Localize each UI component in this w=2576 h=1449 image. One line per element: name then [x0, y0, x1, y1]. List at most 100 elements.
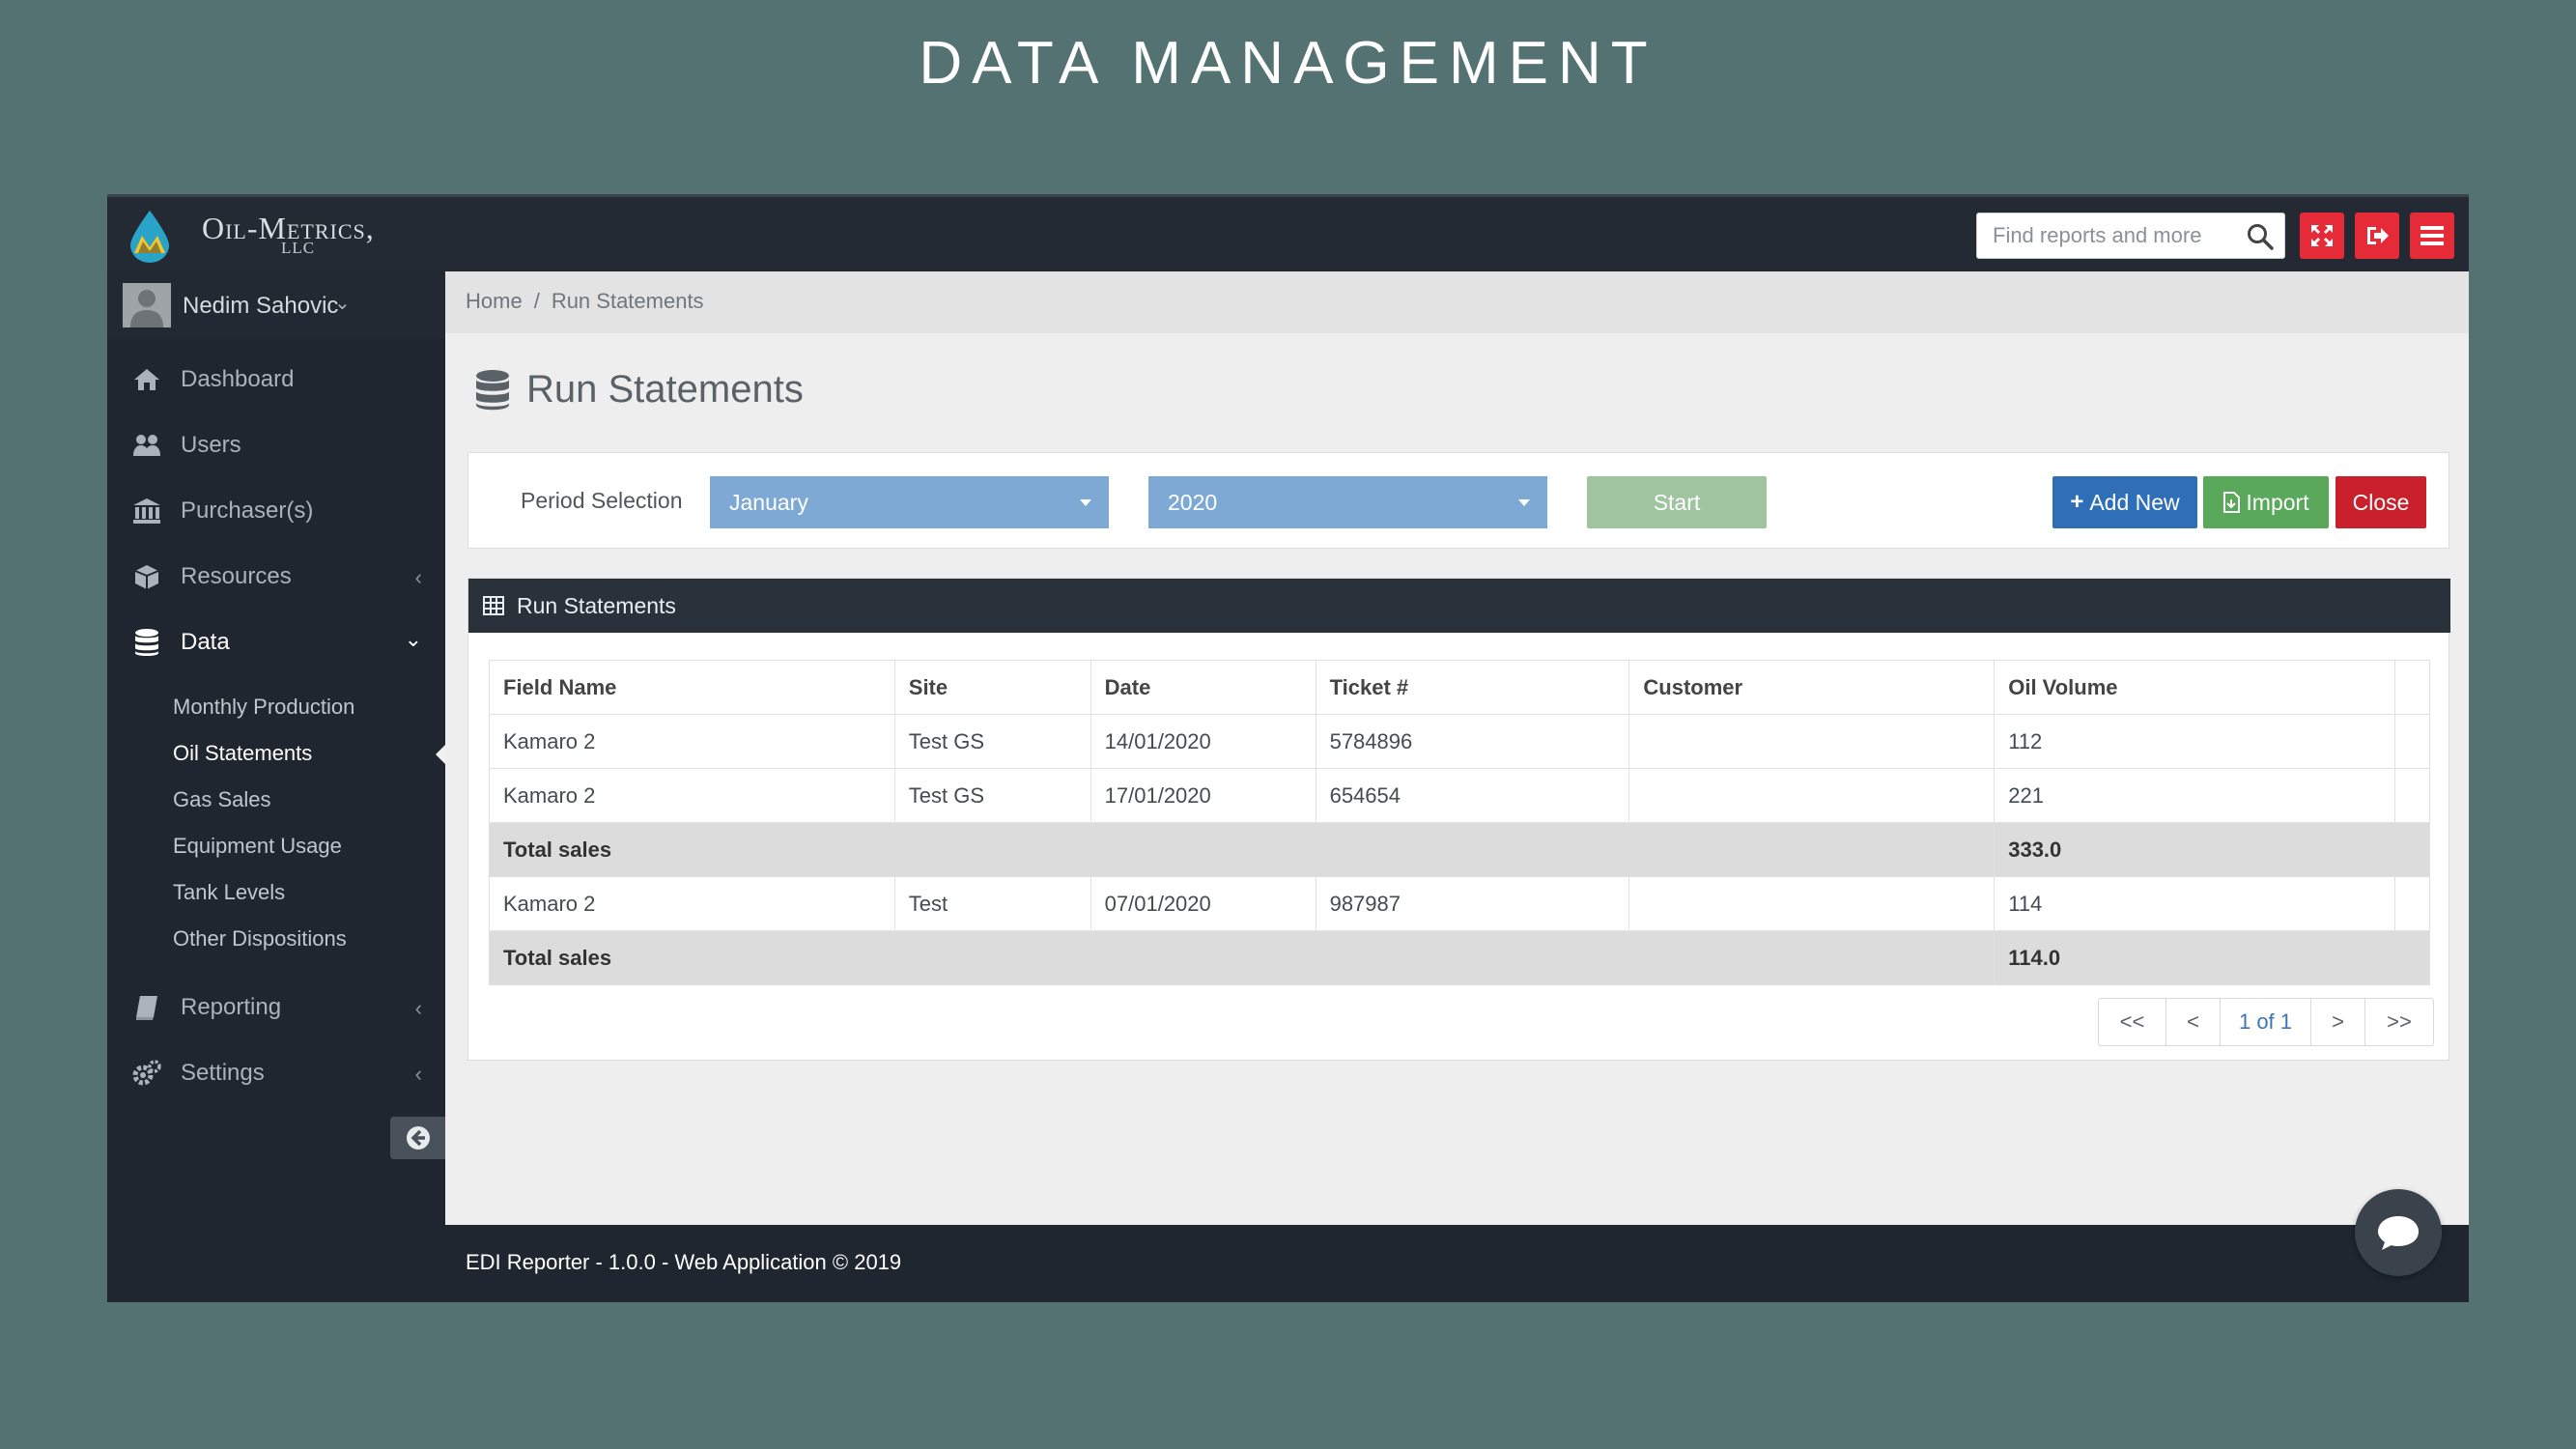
cell-site: Test: [893, 876, 1091, 931]
year-select-value: 2020: [1168, 490, 1218, 515]
prev-page-button[interactable]: <: [2166, 999, 2221, 1045]
column-header[interactable]: Ticket #: [1315, 660, 1630, 715]
table-row[interactable]: Kamaro 2 Test 07/01/2020 987987 114: [489, 876, 2431, 931]
cell-blank: [2393, 768, 2431, 823]
logout-button[interactable]: [2355, 213, 2399, 259]
close-button[interactable]: Close: [2335, 476, 2426, 528]
app-window: Oil-Metrics, LLC Find reports and more N…: [107, 194, 2469, 1302]
column-header[interactable]: Oil Volume: [1994, 660, 2395, 715]
sidebar-item-label: Data: [181, 629, 230, 655]
chevron-down-icon[interactable]: ⌄: [334, 291, 351, 315]
cell-customer: [1628, 768, 1996, 823]
next-page-button[interactable]: >: [2311, 999, 2365, 1045]
database-icon: [132, 628, 161, 657]
last-page-button[interactable]: >>: [2365, 999, 2433, 1045]
chevron-left-icon: ‹: [414, 565, 422, 589]
column-header[interactable]: Customer: [1628, 660, 1996, 715]
cell-field-name: Kamaro 2: [489, 876, 895, 931]
table-row[interactable]: Kamaro 2 Test GS 17/01/2020 654654 221: [489, 768, 2431, 823]
chevron-left-icon: ‹: [414, 996, 422, 1020]
table-row[interactable]: Kamaro 2 Test GS 14/01/2020 5784896 112: [489, 714, 2431, 769]
sidebar-item-settings[interactable]: Settings ‹: [107, 1040, 445, 1106]
expand-icon: [2311, 225, 2333, 246]
book-icon: [132, 993, 161, 1022]
submenu-item-equipment-usage[interactable]: Equipment Usage: [173, 834, 342, 859]
chat-icon: [2378, 1216, 2419, 1250]
sidebar-item-label: Purchaser(s): [181, 497, 314, 524]
plus-icon: +: [2070, 489, 2084, 515]
sidebar-item-users[interactable]: Users: [107, 412, 445, 478]
breadcrumb-separator: /: [533, 289, 540, 313]
import-label: Import: [2246, 489, 2309, 515]
top-navbar: Oil-Metrics, LLC: [107, 194, 2469, 271]
sidebar-item-label: Users: [181, 432, 241, 458]
cell-customer: [1628, 714, 1996, 769]
chat-button[interactable]: [2355, 1189, 2442, 1276]
cube-icon: [132, 562, 161, 591]
sidebar-item-data[interactable]: Data ⌄: [107, 610, 445, 675]
start-button[interactable]: Start: [1587, 476, 1767, 528]
submenu-item-monthly-production[interactable]: Monthly Production: [173, 695, 354, 720]
cell-date: 07/01/2020: [1090, 876, 1316, 931]
users-icon: [132, 431, 161, 460]
file-import-icon: [2223, 492, 2241, 513]
run-statements-panel: Run Statements Field Name Site Date Tick…: [467, 578, 2450, 1061]
submenu-item-other-dispositions[interactable]: Other Dispositions: [173, 926, 347, 952]
submenu-item-oil-statements[interactable]: Oil Statements: [173, 741, 312, 766]
column-header[interactable]: Date: [1090, 660, 1316, 715]
logout-icon: [2367, 227, 2389, 244]
submenu-item-gas-sales[interactable]: Gas Sales: [173, 787, 271, 812]
column-header[interactable]: Field Name: [489, 660, 895, 715]
total-row: Total sales 333.0: [488, 822, 2430, 877]
cell-customer: [1628, 876, 1996, 931]
sidebar-item-label: Settings: [181, 1060, 265, 1086]
breadcrumb-home[interactable]: Home: [466, 289, 523, 313]
add-new-button[interactable]: + Add New: [2052, 476, 2197, 528]
menu-button[interactable]: [2410, 213, 2454, 259]
footer-text: EDI Reporter - 1.0.0 - Web Application ©…: [466, 1250, 902, 1274]
page-title: Run Statements: [474, 368, 804, 412]
caret-down-icon: [1518, 499, 1530, 506]
chevron-down-icon: ⌄: [404, 627, 422, 651]
cell-oil-volume: 112: [1994, 714, 2395, 769]
caret-down-icon: [1080, 499, 1091, 506]
sidebar-collapse-button[interactable]: [390, 1117, 445, 1159]
gears-icon: [132, 1059, 161, 1088]
fullscreen-button[interactable]: [2300, 213, 2344, 259]
first-page-button[interactable]: <<: [2099, 999, 2166, 1045]
cell-ticket: 654654: [1315, 768, 1630, 823]
sidebar-item-reporting[interactable]: Reporting ‹: [107, 975, 445, 1040]
import-button[interactable]: Import: [2203, 476, 2329, 528]
submenu-item-tank-levels[interactable]: Tank Levels: [173, 880, 285, 905]
search-box: [1976, 213, 2285, 259]
panel-header: Run Statements: [468, 579, 2450, 633]
column-header[interactable]: Site: [893, 660, 1091, 715]
search-icon[interactable]: [2246, 222, 2275, 251]
user-menu[interactable]: Nedim Sahovic ⌄: [107, 271, 445, 339]
total-value: 114.0: [1994, 930, 2430, 985]
sidebar-item-dashboard[interactable]: Dashboard: [107, 347, 445, 412]
cell-oil-volume: 114: [1994, 876, 2395, 931]
period-filter-panel: Period Selection January 2020 Start + Ad…: [467, 452, 2449, 549]
user-name[interactable]: Nedim Sahovic: [183, 293, 338, 320]
bank-icon: [132, 497, 161, 526]
pagination: << < 1 of 1 > >>: [2098, 998, 2434, 1046]
add-new-label: Add New: [2089, 489, 2180, 515]
run-statements-table: Field Name Site Date Ticket # Customer O…: [488, 660, 2431, 985]
cell-field-name: Kamaro 2: [489, 714, 895, 769]
avatar: [123, 283, 171, 327]
table-header-row: Field Name Site Date Ticket # Customer O…: [489, 660, 2431, 715]
sidebar-item-resources[interactable]: Resources ‹: [107, 544, 445, 610]
cell-oil-volume: 221: [1994, 768, 2395, 823]
slide-title: DATA MANAGEMENT: [919, 30, 1657, 97]
search-input[interactable]: [1977, 213, 2238, 258]
sidebar-item-purchasers[interactable]: Purchaser(s): [107, 478, 445, 544]
month-select[interactable]: January: [710, 476, 1109, 528]
year-select[interactable]: 2020: [1148, 476, 1547, 528]
menu-icon: [2420, 226, 2444, 245]
sidebar: Nedim Sahovic ⌄ Dashboard Users Purchase…: [107, 271, 447, 1302]
arrow-circle-left-icon: [406, 1126, 430, 1150]
breadcrumb-current: Run Statements: [551, 289, 704, 313]
page-count: 1 of 1: [2221, 999, 2311, 1045]
home-icon: [132, 365, 161, 394]
